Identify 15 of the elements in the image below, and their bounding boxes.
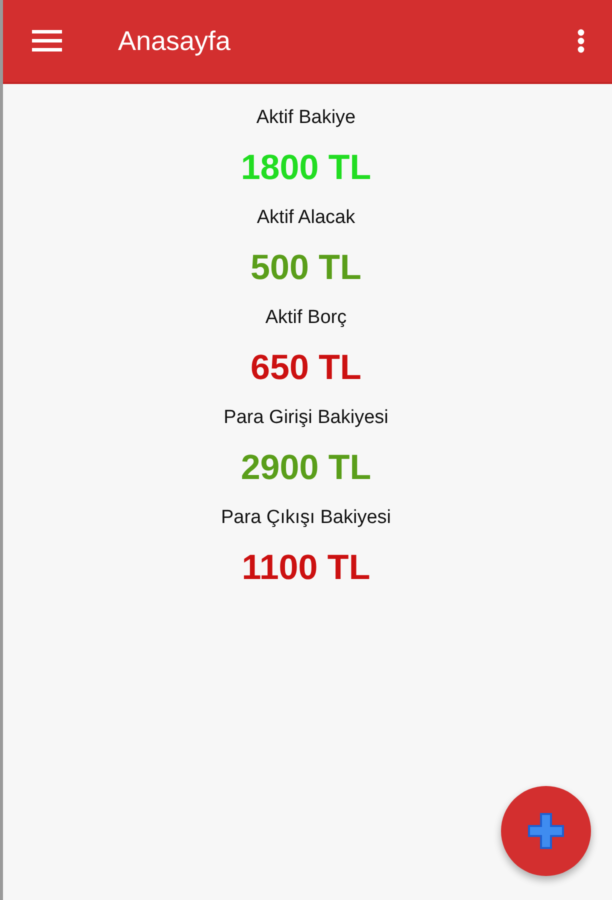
balance-label: Para Girişi Bakiyesi <box>224 406 388 430</box>
more-options-icon[interactable] <box>577 29 585 53</box>
balance-value: 2900 TL <box>240 447 372 489</box>
balance-label: Aktif Borç <box>265 306 347 330</box>
balance-label: Para Çıkışı Bakiyesi <box>221 506 391 530</box>
balance-label: Aktif Bakiye <box>256 106 356 130</box>
app-title: Anasayfa <box>118 26 232 56</box>
plus-icon <box>526 811 566 851</box>
balance-value: 650 TL <box>250 347 362 389</box>
menu-icon[interactable] <box>32 30 62 52</box>
balance-value: 1100 TL <box>242 547 370 589</box>
balance-value: 500 TL <box>250 247 362 289</box>
balance-label: Aktif Alacak <box>256 206 356 230</box>
add-button[interactable] <box>501 786 591 876</box>
balance-value: 1800 TL <box>240 147 372 189</box>
